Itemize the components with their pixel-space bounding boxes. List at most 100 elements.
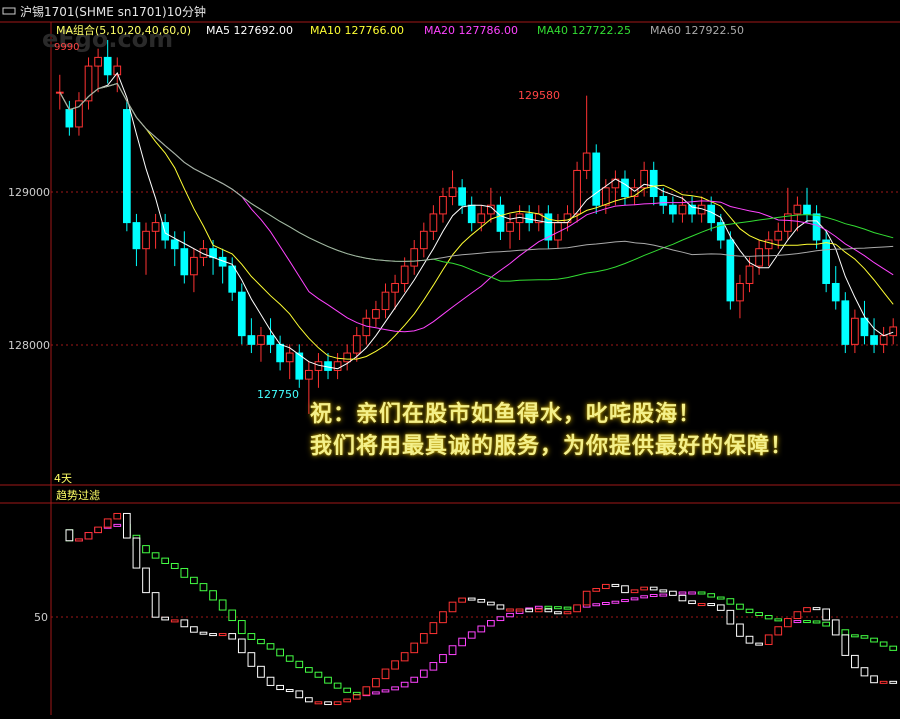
candle bbox=[448, 170, 457, 206]
indicator-fast-bar bbox=[736, 623, 744, 637]
candle-body bbox=[831, 282, 840, 302]
indicator-slow-bar bbox=[496, 616, 505, 622]
candle-body bbox=[122, 109, 131, 224]
indicator-slow-bar bbox=[736, 603, 744, 610]
indicator-fast-bar bbox=[822, 608, 831, 621]
ma-group-label[interactable]: MA组合(5,10,20,40,60,0) bbox=[56, 23, 191, 37]
indicator-slow-bar bbox=[400, 681, 409, 688]
low-annotation: 127750 bbox=[257, 388, 299, 401]
candle bbox=[257, 326, 265, 362]
candle bbox=[190, 248, 198, 293]
indicator-fast-bar bbox=[65, 529, 74, 542]
indicator-fast-bar bbox=[630, 589, 639, 594]
indicator-slow-bar bbox=[142, 545, 150, 554]
candle bbox=[716, 213, 725, 249]
candle-body bbox=[496, 204, 505, 232]
truncated-top-value: 9990 bbox=[54, 42, 79, 53]
candle bbox=[630, 179, 639, 206]
candle-body bbox=[726, 239, 735, 302]
candle-body bbox=[237, 291, 246, 337]
indicator-fast-bar bbox=[688, 600, 696, 605]
candle bbox=[333, 353, 342, 380]
candle bbox=[736, 274, 744, 319]
indicator-slow-bar bbox=[151, 552, 160, 559]
indicator-slow-bar bbox=[803, 620, 811, 624]
indicator-slow-bar bbox=[247, 633, 256, 640]
indicator-fast-bar bbox=[142, 567, 150, 594]
indicator-fast-bar bbox=[209, 633, 217, 637]
indicator-slow-bar bbox=[333, 682, 342, 689]
indicator-slow-bar bbox=[554, 606, 562, 610]
candle bbox=[314, 353, 323, 388]
indicator-slow-bar bbox=[295, 660, 304, 669]
indicator-fast-bar bbox=[592, 588, 601, 592]
candle bbox=[621, 170, 629, 206]
indicator-fast-bar bbox=[467, 597, 476, 601]
candle bbox=[237, 283, 246, 345]
indicator-slow-bar bbox=[487, 620, 495, 627]
indicator-slow-bar bbox=[343, 687, 352, 693]
indicator-slow-bar bbox=[314, 671, 323, 678]
candle-body bbox=[582, 152, 591, 171]
indicator-fast-bar bbox=[199, 631, 208, 635]
price-tick-128000: 128000 bbox=[8, 339, 50, 352]
indicator-slow-bar bbox=[601, 601, 610, 605]
indicator-fast-bar bbox=[103, 518, 112, 528]
indicator-slow-bar bbox=[237, 620, 246, 635]
indicator-fast-bar bbox=[276, 684, 284, 691]
ma10-label: MA10 127766.00 bbox=[310, 24, 404, 37]
indicator-fast-bar bbox=[419, 633, 428, 644]
candle-body bbox=[381, 291, 390, 311]
indicator-slow-bar bbox=[161, 557, 170, 565]
instrument-label: 沪锡1701(SHME sn1701)10分钟 bbox=[20, 4, 206, 19]
indicator-fast-bar bbox=[458, 597, 466, 603]
ma-line bbox=[59, 72, 894, 370]
indicator-fast-bar bbox=[678, 594, 687, 602]
indicator-fast-bar bbox=[870, 675, 878, 684]
candle bbox=[755, 240, 763, 275]
indicator-fast-bar bbox=[889, 680, 898, 684]
candle-body bbox=[142, 230, 150, 250]
candle bbox=[803, 187, 811, 223]
candle-body bbox=[563, 213, 572, 224]
indicator-fast-bar bbox=[314, 701, 323, 705]
indicator-fast-bar bbox=[132, 537, 141, 569]
candle bbox=[419, 222, 428, 258]
candle bbox=[429, 205, 438, 240]
indicator-slow-bar bbox=[170, 563, 179, 569]
indicator-fast-bar bbox=[573, 604, 581, 613]
candle-body bbox=[764, 239, 773, 250]
indicator-fast-bar bbox=[554, 611, 562, 615]
indicator-fast-bar bbox=[697, 603, 706, 607]
candle-body bbox=[736, 282, 744, 302]
kline-chart[interactable]: 129000 128000 50 沪锡1701(SHME sn1701)10分钟… bbox=[0, 0, 900, 715]
indicator-fast-bar bbox=[352, 694, 361, 700]
indicator-fast-bar bbox=[812, 607, 821, 611]
candle-body bbox=[860, 317, 869, 337]
indicator-fast-bar bbox=[180, 619, 189, 628]
candle bbox=[84, 57, 93, 110]
ma-line bbox=[59, 82, 894, 333]
candle-body bbox=[573, 169, 581, 215]
indicator-fast-bar bbox=[534, 608, 543, 613]
ma40-label: MA40 127722.25 bbox=[537, 24, 631, 37]
candle bbox=[439, 187, 447, 223]
candle bbox=[410, 240, 419, 275]
candle bbox=[573, 161, 581, 223]
candle-body bbox=[649, 169, 658, 198]
candle bbox=[831, 266, 840, 310]
indicator-fast-bar bbox=[851, 654, 859, 669]
indicator-slow-bar bbox=[764, 615, 773, 620]
indicator-fast-bar bbox=[496, 604, 505, 610]
indicator-fast-bar bbox=[544, 608, 553, 613]
candle-body bbox=[592, 152, 601, 206]
indicator-fast-bar bbox=[726, 609, 735, 625]
candle-body bbox=[228, 265, 237, 293]
indicator-fast-bar bbox=[333, 701, 342, 706]
candle-body bbox=[458, 187, 466, 206]
candles-layer bbox=[55, 40, 898, 414]
ma60-label: MA60 127922.50 bbox=[650, 24, 744, 37]
indicator-fast-bar bbox=[343, 698, 352, 703]
chart-stage[interactable]: 129000 128000 50 沪锡1701(SHME sn1701)10分钟… bbox=[0, 0, 900, 715]
window-icon[interactable] bbox=[2, 7, 16, 15]
